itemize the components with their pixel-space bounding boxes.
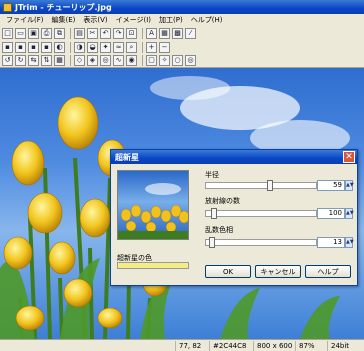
swirl-icon[interactable]: ◎ (100, 55, 111, 66)
preview-tulips (118, 183, 188, 239)
cut-icon[interactable]: ✂ (87, 27, 98, 39)
mosaic-icon[interactable]: ▦ (54, 55, 65, 66)
rays-slider-thumb[interactable] (211, 208, 217, 219)
toolbar-separator (70, 27, 71, 39)
sepia-icon[interactable]: ▪ (15, 41, 26, 53)
wave-icon[interactable]: ∿ (113, 55, 124, 66)
status-message (0, 340, 176, 351)
open-icon[interactable]: ▭ (15, 27, 26, 39)
flip-v-icon[interactable]: ⇅ (41, 55, 52, 66)
emboss-icon[interactable]: ◇ (74, 55, 85, 66)
frame-icon[interactable]: ▦ (159, 27, 170, 39)
zoom-icon[interactable]: ⌕ (126, 41, 137, 53)
oil-icon[interactable]: ◈ (87, 55, 98, 66)
flip-h-icon[interactable]: ⇆ (28, 55, 39, 66)
gamma-icon[interactable]: ◒ (87, 41, 98, 53)
hue-slider[interactable] (205, 237, 317, 248)
toolbar-separator (142, 55, 143, 66)
frame-effect-icon[interactable]: ▢ (146, 55, 157, 66)
rotate-right-icon[interactable]: ↻ (15, 55, 26, 66)
circle-icon[interactable]: ○ (172, 55, 183, 66)
status-color: #2C44C8 (210, 340, 254, 351)
hue-label: 乱数色相 (205, 226, 233, 234)
hue-slider-thumb[interactable] (209, 237, 215, 248)
adjust-toolbar: ▪ ▪ ▪ ▪ ◐ ◑ ◒ ✦ ≈ ⌕ + − (0, 40, 364, 54)
supernova-color-swatch[interactable] (117, 262, 189, 269)
menu-view[interactable]: 表示(V) (79, 15, 111, 25)
main-toolbar: □ ▭ ▣ ⎙ ⧉ ▤ ✂ ↶ ↷ ⊡ A ▦ ▩ ⁄ (0, 26, 364, 40)
status-depth: 24bit (331, 341, 350, 350)
menu-help[interactable]: ヘルプ(H) (187, 15, 227, 25)
hsv-icon[interactable]: ▪ (41, 41, 52, 53)
status-size: 800 x 600 (254, 340, 296, 351)
toolbar-separator (142, 27, 143, 39)
ok-button[interactable]: OK (205, 265, 251, 278)
supernova-dialog: 超新星 ✕ 超新星の色 半径 59 ▲▼ 放射線の数 100 ▲▼ 乱数色相 1… (110, 149, 358, 286)
title-bar: JTrim - チューリップ.jpg (0, 0, 364, 14)
rotate-left-icon[interactable]: ↺ (2, 55, 13, 66)
dialog-title: 超新星 (115, 152, 139, 162)
grayscale-icon[interactable]: ▪ (2, 41, 13, 53)
radius-input[interactable]: 59 (317, 180, 345, 191)
cancel-button[interactable]: キャンセル (255, 265, 301, 278)
status-bar: 77, 82 #2C44C8 800 x 600 87% 24bit (0, 339, 364, 351)
toolbar-separator (70, 41, 71, 53)
redo-icon[interactable]: ↷ (113, 27, 124, 39)
toolbar-separator (70, 55, 71, 66)
hue-spinner[interactable]: ▲▼ (345, 237, 354, 248)
radius-label: 半径 (205, 171, 219, 179)
preview-image (117, 170, 189, 240)
sharpen-icon[interactable]: ✦ (100, 41, 111, 53)
contrast-icon[interactable]: ◑ (74, 41, 85, 53)
rays-spinner[interactable]: ▲▼ (345, 208, 354, 219)
rays-slider[interactable] (205, 208, 317, 219)
toolbar-separator (142, 41, 143, 53)
help-button[interactable]: ヘルプ (305, 265, 351, 278)
target-icon[interactable]: ◎ (185, 55, 196, 66)
status-coords: 77, 82 (176, 340, 210, 351)
radius-spinner[interactable]: ▲▼ (345, 180, 354, 191)
menu-process[interactable]: 加工(P) (155, 15, 187, 25)
palette-icon[interactable]: ▩ (172, 27, 183, 39)
menu-file[interactable]: ファイル(F) (2, 15, 48, 25)
effects-toolbar: ↺ ↻ ⇆ ⇅ ▦ ◇ ◈ ◎ ∿ ◉ ▢ ✧ ○ ◎ (0, 54, 364, 68)
color-icon[interactable]: ▪ (28, 41, 39, 53)
undo-icon[interactable]: ↶ (100, 27, 111, 39)
menu-bar: ファイル(F) 編集(E) 表示(V) イメージ(I) 加工(P) ヘルプ(H) (0, 14, 364, 26)
blur-icon[interactable]: ≈ (113, 41, 124, 53)
crop-icon[interactable]: ⊡ (126, 27, 137, 39)
radius-slider-thumb[interactable] (267, 180, 273, 191)
status-zoom: 87% (296, 340, 328, 351)
copy-icon[interactable]: ⧉ (54, 27, 65, 39)
dropper-icon[interactable]: ⁄ (185, 27, 196, 39)
close-icon[interactable]: ✕ (343, 151, 355, 163)
paste-icon[interactable]: ▤ (74, 27, 85, 39)
new-icon[interactable]: □ (2, 27, 13, 39)
rays-label: 放射線の数 (205, 197, 240, 205)
zoom-out-icon[interactable]: − (159, 41, 170, 53)
window-title: JTrim - チューリップ.jpg (15, 2, 112, 12)
menu-image[interactable]: イメージ(I) (112, 15, 155, 25)
dialog-title-bar: 超新星 ✕ (111, 150, 357, 164)
hue-input[interactable]: 13 (317, 237, 345, 248)
radius-slider[interactable] (205, 180, 317, 191)
print-icon[interactable]: ⎙ (41, 27, 52, 39)
brightness-icon[interactable]: ◐ (54, 41, 65, 53)
rays-input[interactable]: 100 (317, 208, 345, 219)
zoom-in-icon[interactable]: + (146, 41, 157, 53)
spiral-icon[interactable]: ◉ (126, 55, 137, 66)
text-icon[interactable]: A (146, 27, 157, 39)
menu-edit[interactable]: 編集(E) (48, 15, 80, 25)
star-icon[interactable]: ✧ (159, 55, 170, 66)
save-icon[interactable]: ▣ (28, 27, 39, 39)
app-icon (3, 2, 12, 12)
